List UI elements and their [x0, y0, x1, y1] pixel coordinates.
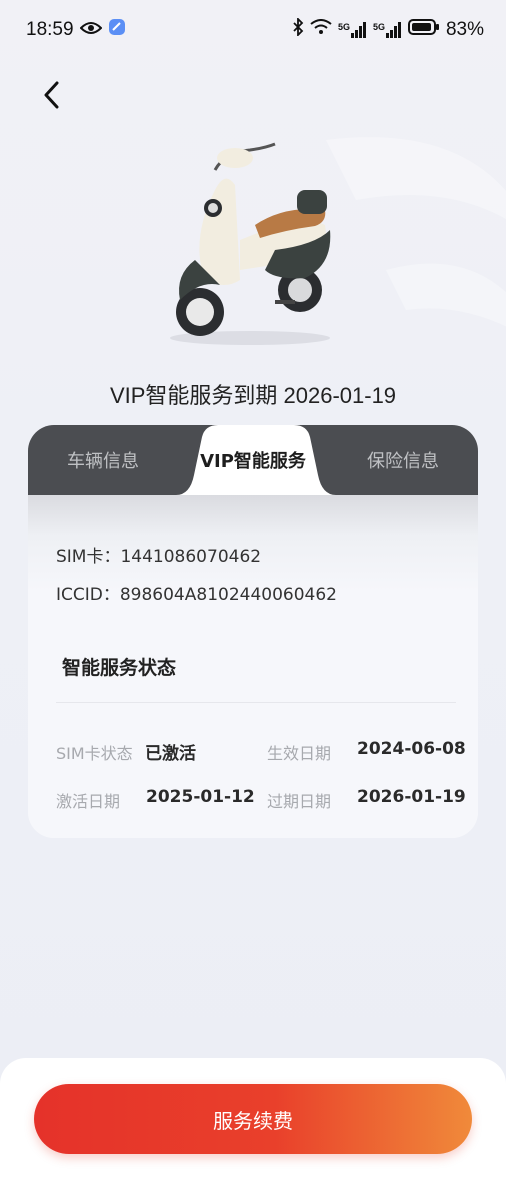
- effective-date-label: 生效日期: [267, 744, 332, 763]
- sim-number: SIM卡：1441086070462: [56, 547, 262, 567]
- effective-date-value: 2024-06-08: [357, 739, 466, 759]
- activation-date-value: 2025-01-12: [146, 787, 255, 807]
- expiry-date-value: 2026-01-19: [357, 787, 466, 807]
- expiry-date-label: 过期日期: [267, 792, 332, 811]
- tab-vehicle-info[interactable]: 车辆信息: [28, 425, 178, 495]
- chevron-left-icon: [44, 81, 59, 109]
- tab-insurance-info[interactable]: 保险信息: [328, 425, 478, 495]
- info-card: 车辆信息 VIP智能服务 保险信息 SIM卡：1441086070462 ICC…: [28, 425, 478, 838]
- tab-vip-service[interactable]: VIP智能服务: [178, 425, 328, 495]
- signal-icon: 5G: [373, 22, 402, 38]
- eye-icon: [79, 19, 102, 41]
- battery-icon: [407, 19, 440, 41]
- service-status-title: 智能服务状态: [62, 657, 177, 679]
- divider: [56, 702, 456, 703]
- back-button[interactable]: [34, 78, 68, 112]
- scooter-image: [170, 142, 331, 345]
- vip-expiry-title: VIP智能服务到期 2026-01-19: [109, 383, 397, 408]
- status-left: 18:59: [26, 18, 126, 42]
- card-body: SIM卡：1441086070462 ICCID：898604A81024400…: [28, 495, 478, 838]
- signal-icon: 5G: [338, 22, 367, 38]
- app-badge-icon: [108, 18, 126, 42]
- tab-bar: 车辆信息 VIP智能服务 保险信息: [28, 425, 478, 495]
- status-time: 18:59: [26, 19, 74, 40]
- status-bar: 18:59 5G 5G 83%: [0, 0, 506, 60]
- bluetooth-icon: [292, 16, 304, 42]
- renew-service-button[interactable]: 服务续费: [34, 1084, 472, 1154]
- iccid-number: ICCID：898604A8102440060462: [56, 585, 337, 605]
- activation-date-label: 激活日期: [56, 792, 121, 811]
- battery-percent: 83%: [445, 19, 484, 40]
- network-label: 5G: [337, 22, 350, 32]
- wifi-icon: [310, 19, 332, 41]
- network-label: 5G: [372, 22, 385, 32]
- sim-status-value: 已激活: [145, 744, 196, 764]
- status-right: 5G 5G 83%: [292, 16, 484, 42]
- sim-status-label: SIM卡状态: [56, 744, 133, 763]
